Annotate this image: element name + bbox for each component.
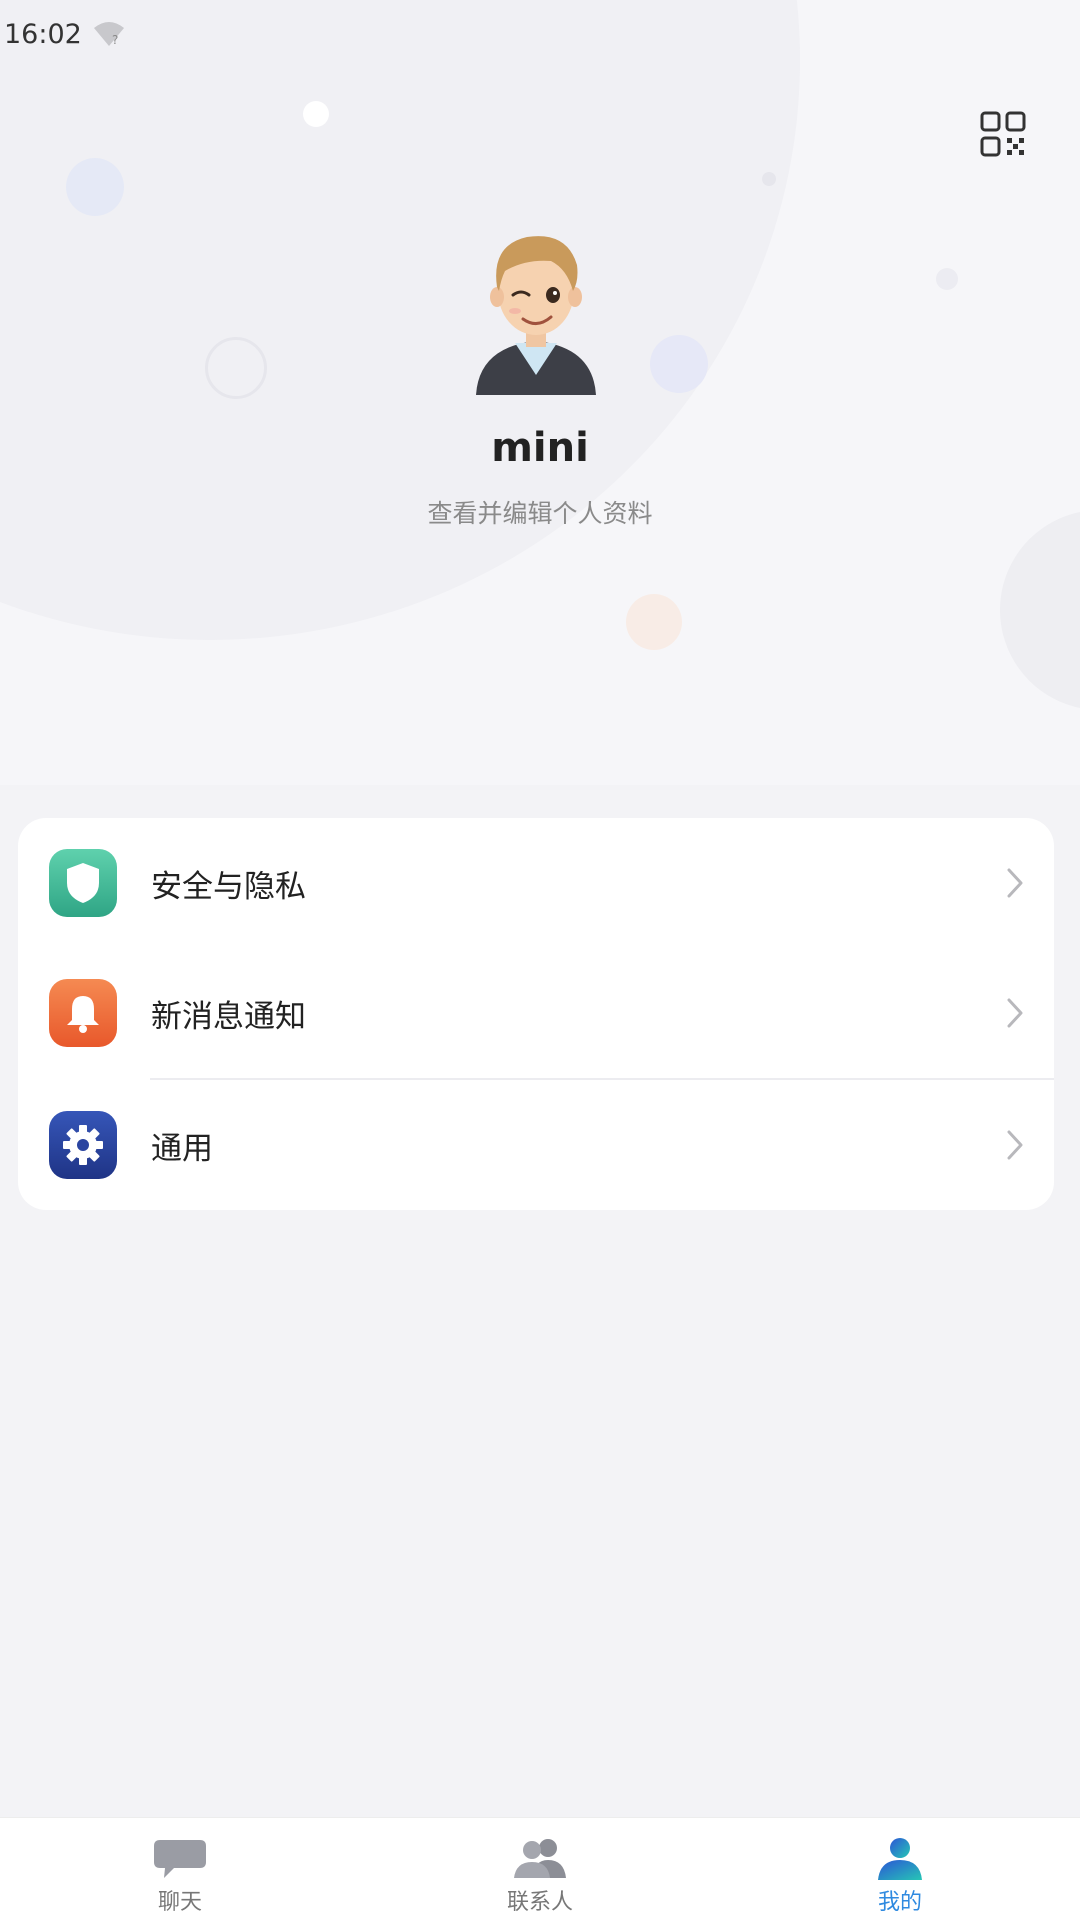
chat-icon [154,1840,206,1878]
menu-item-general[interactable]: 通用 [18,1080,1054,1210]
decor-bubble [762,172,776,186]
tab-contacts[interactable]: 联系人 [360,1818,720,1920]
menu-item-notifications[interactable]: 新消息通知 [18,948,1054,1078]
menu-label: 安全与隐私 [151,868,306,905]
decor-bubble [626,594,682,650]
bell-icon [49,979,117,1047]
qr-code-icon[interactable] [979,110,1027,158]
status-bar: 16:02 ? [0,14,126,54]
gear-icon [49,1111,117,1179]
decor-bubble [66,158,124,216]
profile-username[interactable]: mini [0,425,1080,471]
decor-bubble [936,268,958,290]
background-shape [0,0,800,640]
svg-text:?: ? [112,33,118,47]
chevron-right-icon [1007,868,1023,898]
wifi-icon: ? [93,22,124,47]
chevron-right-icon [1007,998,1023,1028]
profile-header: 16:02 ? mini 查看并编辑个人资料 [0,0,1080,785]
settings-card: 安全与隐私 新消息通知 通用 [18,818,1054,1210]
avatar[interactable] [471,225,601,395]
tab-profile[interactable]: 我的 [720,1818,1080,1920]
chevron-right-icon [1007,1130,1023,1160]
contacts-icon [514,1839,566,1878]
status-time: 16:02 [4,18,82,50]
decor-bubble [303,101,329,127]
tab-label: 我的 [877,1890,922,1915]
background-shape [1000,510,1080,710]
menu-label: 新消息通知 [151,998,306,1035]
menu-label: 通用 [151,1130,213,1167]
tab-chat[interactable]: 聊天 [0,1818,360,1920]
decor-bubble [205,337,267,399]
tab-label: 联系人 [506,1890,573,1915]
profile-icon [878,1838,922,1880]
shield-icon [49,849,117,917]
bottom-tab-bar: 聊天 联系人 我的 [0,1817,1080,1920]
edit-profile-link[interactable]: 查看并编辑个人资料 [0,494,1080,530]
menu-item-security-privacy[interactable]: 安全与隐私 [18,818,1054,948]
tab-label: 聊天 [157,1890,202,1915]
decor-bubble [650,335,708,393]
